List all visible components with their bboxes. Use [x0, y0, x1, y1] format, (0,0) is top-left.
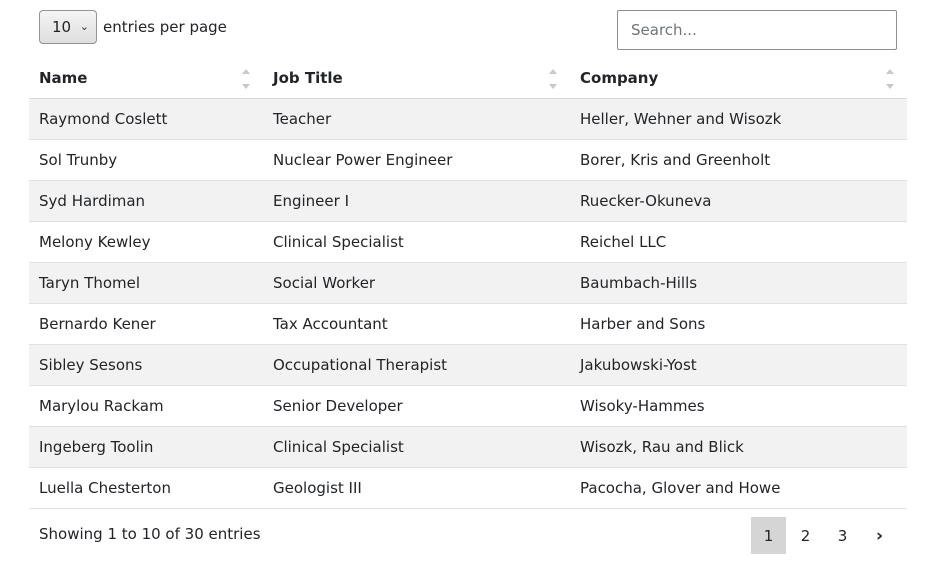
- cell-job-title: Geologist III: [263, 467, 570, 509]
- cell-company: Ruecker-Okuneva: [570, 180, 907, 222]
- cell-company: Wisoky-Hammes: [570, 385, 907, 427]
- cell-job-title: Occupational Therapist: [263, 344, 570, 386]
- cell-name: Luella Chesterton: [29, 467, 263, 509]
- cell-job-title: Senior Developer: [263, 385, 570, 427]
- column-header-label: Name: [39, 69, 88, 87]
- table-row: Sibley Sesons Occupational Therapist Jak…: [29, 344, 907, 386]
- page-button-2[interactable]: 2: [788, 517, 823, 554]
- header-row: Name Job Title Company: [29, 58, 907, 99]
- search-input[interactable]: [617, 10, 897, 50]
- cell-company: Borer, Kris and Greenholt: [570, 139, 907, 181]
- cell-name: Syd Hardiman: [29, 180, 263, 222]
- cell-job-title: Tax Accountant: [263, 303, 570, 345]
- per-page-label: entries per page: [103, 18, 227, 36]
- table-row: Bernardo Kener Tax Accountant Harber and…: [29, 303, 907, 345]
- cell-company: Jakubowski-Yost: [570, 344, 907, 386]
- table-row: Melony Kewley Clinical Specialist Reiche…: [29, 221, 907, 263]
- next-page-button[interactable]: ›: [862, 517, 897, 554]
- cell-company: Wisozk, Rau and Blick: [570, 426, 907, 468]
- per-page-control: 10 ⌄ entries per page: [39, 10, 227, 44]
- cell-name: Raymond Coslett: [29, 98, 263, 140]
- cell-name: Sibley Sesons: [29, 344, 263, 386]
- column-header-label: Job Title: [273, 69, 343, 87]
- cell-company: Baumbach-Hills: [570, 262, 907, 304]
- table-row: Sol Trunby Nuclear Power Engineer Borer,…: [29, 139, 907, 181]
- table-row: Ingeberg Toolin Clinical Specialist Wiso…: [29, 426, 907, 468]
- table-row: Luella Chesterton Geologist III Pacocha,…: [29, 467, 907, 509]
- per-page-select[interactable]: 10 ⌄: [39, 10, 97, 44]
- cell-name: Sol Trunby: [29, 139, 263, 181]
- page-button-3[interactable]: 3: [825, 517, 860, 554]
- cell-company: Heller, Wehner and Wisozk: [570, 98, 907, 140]
- cell-name: Melony Kewley: [29, 221, 263, 263]
- table-row: Taryn Thomel Social Worker Baumbach-Hill…: [29, 262, 907, 304]
- pagination: 1 2 3 ›: [751, 517, 897, 554]
- cell-name: Marylou Rackam: [29, 385, 263, 427]
- column-header-company[interactable]: Company: [570, 58, 907, 99]
- sort-icon: [242, 69, 250, 89]
- cell-job-title: Nuclear Power Engineer: [263, 139, 570, 181]
- cell-name: Ingeberg Toolin: [29, 426, 263, 468]
- table-body: Raymond Coslett Teacher Heller, Wehner a…: [29, 98, 907, 509]
- column-header-job-title[interactable]: Job Title: [263, 58, 570, 99]
- table-row: Syd Hardiman Engineer I Ruecker-Okuneva: [29, 180, 907, 222]
- sort-icon: [886, 69, 894, 89]
- table-header: Name Job Title Company: [29, 58, 907, 99]
- column-header-name[interactable]: Name: [29, 58, 263, 99]
- entries-info: Showing 1 to 10 of 30 entries: [39, 525, 261, 543]
- page-button-1[interactable]: 1: [751, 517, 786, 554]
- cell-company: Reichel LLC: [570, 221, 907, 263]
- table-row: Marylou Rackam Senior Developer Wisoky-H…: [29, 385, 907, 427]
- cell-company: Pacocha, Glover and Howe: [570, 467, 907, 509]
- data-table: Name Job Title Company Raymond Coslett T…: [29, 58, 907, 509]
- chevron-down-icon: ⌄: [79, 20, 89, 33]
- cell-name: Taryn Thomel: [29, 262, 263, 304]
- column-header-label: Company: [580, 69, 659, 87]
- datatable-widget: 10 ⌄ entries per page Name Job Title Com…: [0, 0, 932, 564]
- cell-job-title: Social Worker: [263, 262, 570, 304]
- cell-name: Bernardo Kener: [29, 303, 263, 345]
- cell-company: Harber and Sons: [570, 303, 907, 345]
- cell-job-title: Clinical Specialist: [263, 221, 570, 263]
- sort-icon: [549, 69, 557, 89]
- table-row: Raymond Coslett Teacher Heller, Wehner a…: [29, 98, 907, 140]
- per-page-value: 10: [52, 18, 72, 36]
- table-controls: 10 ⌄ entries per page: [39, 10, 897, 50]
- cell-job-title: Teacher: [263, 98, 570, 140]
- cell-job-title: Clinical Specialist: [263, 426, 570, 468]
- cell-job-title: Engineer I: [263, 180, 570, 222]
